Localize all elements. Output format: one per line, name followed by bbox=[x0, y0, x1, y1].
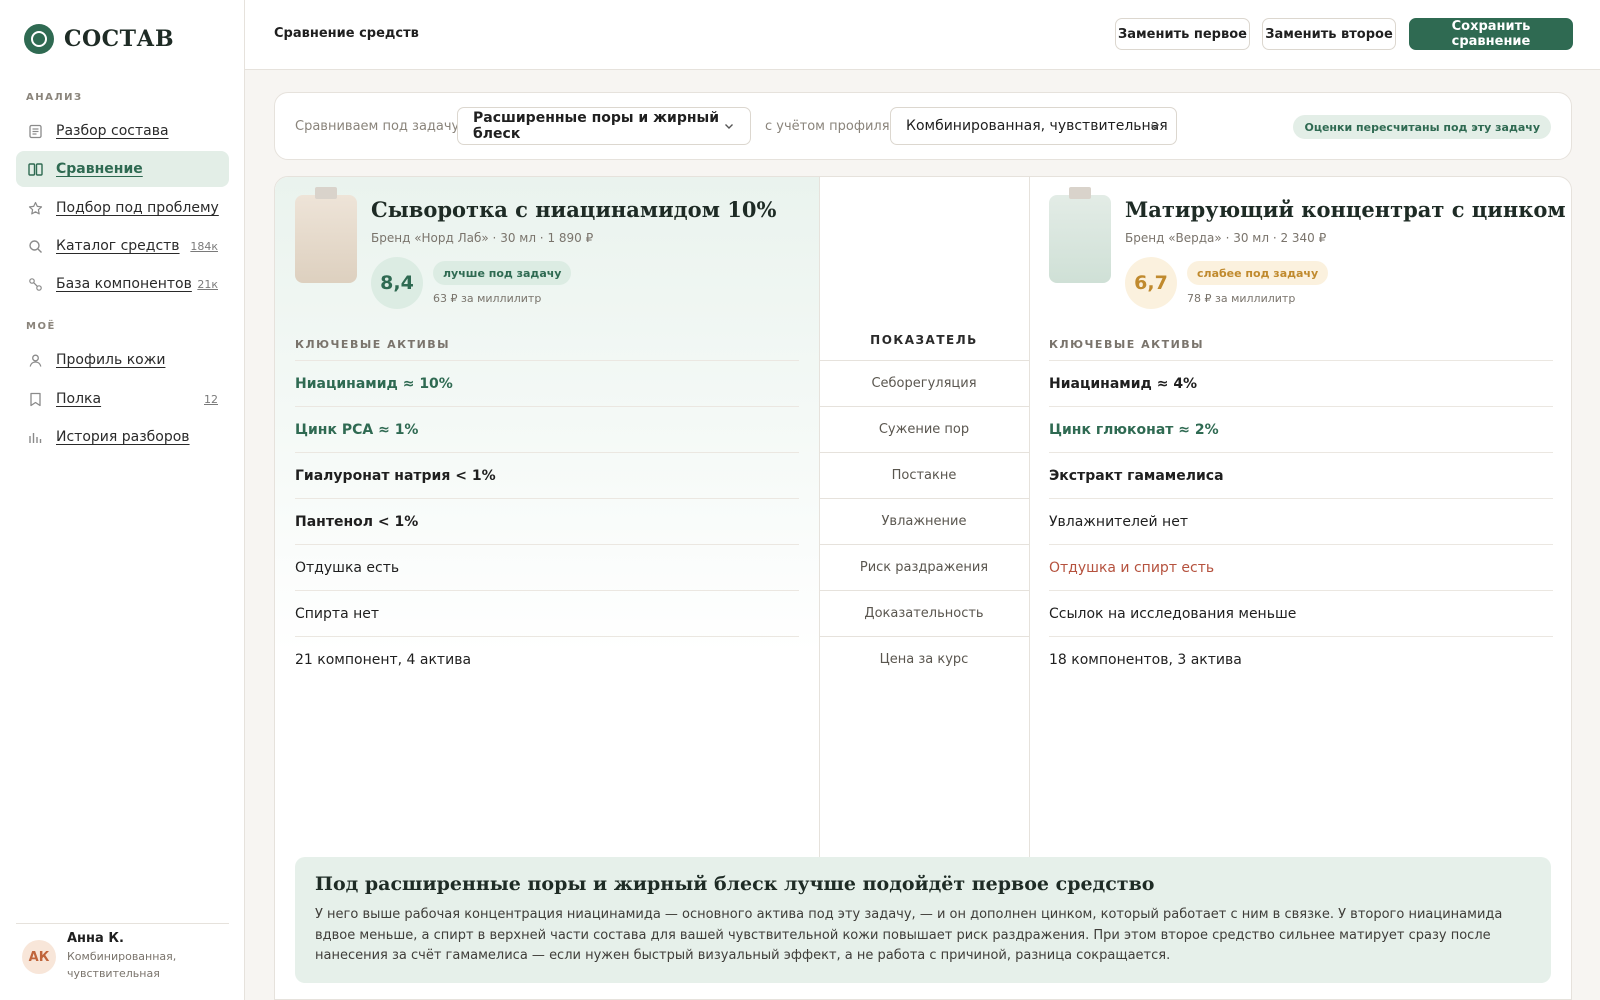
brand-name: СОСТАВ bbox=[64, 26, 175, 52]
comparison-card: Сыворотка с ниацинамидом 10% Бренд «Норд… bbox=[274, 176, 1572, 1000]
active-row: Ниацинамид ≈ 10% bbox=[295, 360, 799, 406]
page-title: Сравнение средств bbox=[274, 26, 419, 41]
product-cap bbox=[1069, 187, 1091, 199]
topbar: Сравнение средств Заменить первое Замени… bbox=[245, 0, 1600, 70]
product-image bbox=[295, 195, 357, 283]
metric-label: Сужение пор bbox=[819, 406, 1029, 452]
summary-text: У него выше рабочая концентрация ниацина… bbox=[315, 907, 1503, 963]
replace-first-button[interactable]: Заменить первое bbox=[1115, 18, 1250, 50]
summary-panel: Под расширенные поры и жирный блеск лучш… bbox=[295, 857, 1551, 983]
search-icon bbox=[27, 238, 43, 254]
sidebar: СОСТАВ АНАЛИЗ Разбор состава Сравнение П… bbox=[0, 0, 245, 1000]
sidebar-item-label: Подбор под проблему bbox=[56, 200, 219, 216]
active-row: Спирта нет bbox=[295, 590, 799, 636]
sidebar-item-history[interactable]: История разборов bbox=[16, 419, 229, 455]
sidebar-item-label: Профиль кожи bbox=[56, 352, 166, 368]
sidebar-item-analysis[interactable]: Разбор состава bbox=[16, 113, 229, 149]
price-per-ml: 78 ₽ за миллилитр bbox=[1187, 292, 1296, 305]
sidebar-item-label: Сравнение bbox=[56, 161, 143, 177]
column-divider bbox=[1029, 177, 1030, 857]
sidebar-item-compare[interactable]: Сравнение bbox=[16, 151, 229, 187]
document-icon bbox=[27, 123, 43, 139]
metric-label: Доказательность bbox=[819, 590, 1029, 636]
task-label: Сравниваем под задачу bbox=[295, 119, 460, 134]
user-icon bbox=[27, 352, 43, 368]
score-badge: 8,4 bbox=[371, 257, 423, 309]
metrics-title: ПОКАЗАТЕЛЬ bbox=[870, 333, 978, 347]
task-bar: Сравниваем под задачу Расширенные поры и… bbox=[274, 92, 1572, 160]
active-row: Увлажнителей нет bbox=[1049, 498, 1553, 544]
sidebar-item-label: История разборов bbox=[56, 429, 190, 445]
user-name: Анна К. bbox=[67, 931, 124, 946]
chevron-down-icon bbox=[725, 124, 733, 129]
nav-section-mine: МОЁ bbox=[26, 321, 56, 332]
active-row: Отдушка и спирт есть bbox=[1049, 544, 1553, 590]
score-badge: 6,7 bbox=[1125, 257, 1177, 309]
profile-label: с учётом профиля bbox=[765, 119, 890, 134]
product-cap bbox=[315, 187, 337, 199]
active-row: 18 компонентов, 3 актива bbox=[1049, 636, 1553, 682]
compare-icon bbox=[27, 161, 43, 177]
summary-title: Под расширенные поры и жирный блеск лучш… bbox=[315, 873, 1155, 895]
active-row: Отдушка есть bbox=[295, 544, 799, 590]
product-name: Сыворотка с ниацинамидом 10% bbox=[371, 197, 777, 222]
sidebar-item-count: 184к bbox=[190, 239, 218, 253]
product-name: Матирующий концентрат с цинком bbox=[1125, 197, 1566, 222]
active-row: Пантенол < 1% bbox=[295, 498, 799, 544]
sidebar-item-ingredients[interactable]: База компонентов 21к bbox=[16, 266, 229, 302]
price-per-ml: 63 ₽ за миллилитр bbox=[433, 292, 542, 305]
recalculated-badge: Оценки пересчитаны под эту задачу bbox=[1293, 115, 1551, 139]
sidebar-item-catalog[interactable]: Каталог средств 184к bbox=[16, 228, 229, 264]
actives-title: КЛЮЧЕВЫЕ АКТИВЫ bbox=[1049, 338, 1205, 351]
metric-label: Себорегуляция bbox=[819, 360, 1029, 406]
molecule-icon bbox=[27, 276, 43, 292]
verdict-badge: слабее под задачу bbox=[1187, 261, 1329, 285]
metric-label: Риск раздражения bbox=[819, 544, 1029, 590]
sidebar-item-skin-profile[interactable]: Профиль кожи bbox=[16, 342, 229, 378]
product-image bbox=[1049, 195, 1111, 283]
avatar: АК bbox=[22, 940, 56, 974]
chevron-down-icon bbox=[1151, 124, 1159, 129]
sidebar-item-shelf[interactable]: Полка 12 bbox=[16, 381, 229, 417]
task-select-value: Расширенные поры и жирный блеск bbox=[473, 110, 720, 142]
nav-section-analysis: АНАЛИЗ bbox=[26, 92, 83, 103]
sidebar-item-label: База компонентов bbox=[56, 276, 192, 292]
active-row: 21 компонент, 4 актива bbox=[295, 636, 799, 682]
profile-select[interactable]: Комбинированная, чувствительная bbox=[890, 107, 1177, 145]
sidebar-item-label: Разбор состава bbox=[56, 123, 169, 139]
product-meta: Бренд «Норд Лаб» · 30 мл · 1 890 ₽ bbox=[371, 231, 594, 245]
sidebar-item-label: Полка bbox=[56, 391, 102, 407]
sidebar-item-count: 21к bbox=[197, 277, 218, 291]
active-row: Ниацинамид ≈ 4% bbox=[1049, 360, 1553, 406]
active-row: Цинк PCA ≈ 1% bbox=[295, 406, 799, 452]
user-profile[interactable]: АК Анна К. Комбинированная, чувствительн… bbox=[22, 931, 197, 982]
sidebar-divider bbox=[16, 923, 229, 924]
active-row: Цинк глюконат ≈ 2% bbox=[1049, 406, 1553, 452]
active-row: Экстракт гамамелиса bbox=[1049, 452, 1553, 498]
active-row: Гиалуронат натрия < 1% bbox=[295, 452, 799, 498]
metric-label: Увлажнение bbox=[819, 498, 1029, 544]
sidebar-item-label: Каталог средств bbox=[56, 238, 180, 254]
brand-logo[interactable]: СОСТАВ bbox=[24, 24, 174, 54]
sidebar-item-problem[interactable]: Подбор под проблему bbox=[16, 190, 229, 226]
logo-icon bbox=[24, 24, 54, 54]
task-select[interactable]: Расширенные поры и жирный блеск bbox=[457, 107, 751, 145]
active-row: Ссылок на исследования меньше bbox=[1049, 590, 1553, 636]
metric-label: Постакне bbox=[819, 452, 1029, 498]
metric-label: Цена за курс bbox=[819, 636, 1029, 682]
user-skin-type: Комбинированная, чувствительная bbox=[67, 950, 177, 980]
product-meta: Бренд «Верда» · 30 мл · 2 340 ₽ bbox=[1125, 231, 1327, 245]
bar-chart-icon bbox=[27, 429, 43, 445]
sidebar-item-count: 12 bbox=[204, 392, 218, 406]
verdict-badge: лучше под задачу bbox=[433, 261, 572, 285]
save-comparison-button[interactable]: Сохранить сравнение bbox=[1409, 18, 1573, 50]
actives-title: КЛЮЧЕВЫЕ АКТИВЫ bbox=[295, 338, 451, 351]
bookmark-icon bbox=[27, 391, 43, 407]
star-icon bbox=[27, 200, 43, 216]
profile-select-value: Комбинированная, чувствительная bbox=[906, 118, 1168, 134]
replace-second-button[interactable]: Заменить второе bbox=[1262, 18, 1396, 50]
